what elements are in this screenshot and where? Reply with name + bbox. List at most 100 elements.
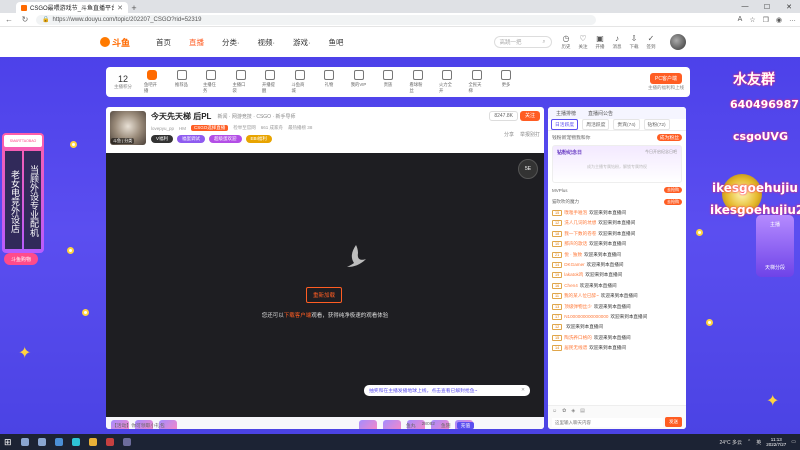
toolbar-item[interactable]: 更多 (498, 70, 514, 94)
chat-message[interactable]: 10 那声的歌话 欢迎来到本直播间 (552, 241, 682, 248)
follow-list-button[interactable]: ♡ 关注 (579, 34, 588, 50)
folder-icon[interactable] (88, 438, 97, 446)
tab-diamond[interactable]: 钻粉(72) (643, 119, 670, 130)
tray-arrow-icon[interactable]: ⌃ (747, 439, 751, 445)
app-icon[interactable] (122, 438, 131, 446)
nav-home[interactable]: 首页 (156, 37, 171, 48)
refresh-icon[interactable]: ↻ (20, 15, 30, 24)
tab-anchor-rank[interactable]: 主播排榜 (556, 110, 576, 117)
read-aloud-icon[interactable]: A (738, 16, 743, 24)
nav-video[interactable]: 视频· (258, 37, 276, 48)
tab-room-notice[interactable]: 直播间公告 (588, 110, 613, 117)
collections-icon[interactable]: ❐ (763, 16, 769, 24)
app-icon[interactable] (105, 438, 114, 446)
anchor-points[interactable]: 12 主播积分 (112, 74, 134, 90)
share-button[interactable]: 分享 (504, 131, 514, 138)
broadcast-button[interactable]: ▣ 开播 (596, 34, 605, 50)
toolbar-item[interactable]: 鱼吧开播 (144, 70, 160, 94)
more-icon[interactable]: … (789, 16, 796, 24)
favorite-icon[interactable]: ☆ (749, 16, 755, 24)
new-tab-button[interactable]: + (128, 2, 140, 13)
chat-message[interactable]: 17 N1000000000000000 欢迎来到本直播间 (552, 313, 682, 320)
steam-icon[interactable] (54, 438, 63, 446)
chat-message[interactable]: 12 洗人几词的坑想 欢迎来到本直播间 (552, 220, 682, 227)
anchor-avatar[interactable]: 斗鱼 | 分类 (110, 111, 146, 145)
back-icon[interactable]: ← (4, 15, 14, 24)
input-language[interactable]: 英 (756, 439, 761, 446)
nav-game[interactable]: 游戏· (293, 37, 311, 48)
gift-item[interactable] (383, 420, 401, 429)
search-taskbar-icon[interactable] (20, 438, 29, 446)
chat-message[interactable]: 11 我的某人位已醉~ 欢迎来到本直播间 (552, 293, 682, 300)
chat-message[interactable]: 12 欢迎来到本直播间 (552, 324, 682, 331)
chat-input[interactable] (552, 417, 663, 427)
chat-message[interactable]: 21 悦 · 独致 欢迎来到本直播间 (552, 251, 682, 258)
minimize-icon[interactable]: — (734, 0, 756, 13)
pc-client-button[interactable]: PC客户端 主播的福利和上线 (648, 73, 684, 91)
gift-item[interactable] (359, 420, 377, 429)
buy-button[interactable]: 去抢购 (664, 199, 682, 205)
video-player[interactable]: 5E 重新加载 您还可以下载客户端观看，获得纯净极速的观看体验 抽奖和在主播发播… (106, 153, 544, 417)
diamond-fan-banner[interactable]: 钻粉纪念日 今日开启纪念日吧 成为主播专属钻粉，解锁专属特权 (552, 145, 682, 183)
download-client-link[interactable]: 下载客户端 (284, 313, 312, 319)
search-icon[interactable]: ⌕ (542, 39, 545, 46)
report-link[interactable]: 检举至官网 (233, 125, 256, 131)
chat-message[interactable]: 16 Chen4 欢迎来到本直播间 (552, 282, 682, 289)
message-button[interactable]: ♪ 消息 (613, 34, 622, 50)
search-input[interactable]: 高跷一把 ⌕ (493, 36, 552, 48)
recharge-button[interactable]: 充值 (456, 422, 475, 429)
toolbar-item[interactable]: 推荐品 (174, 70, 190, 94)
toolbar-item[interactable]: 火力全开 (439, 70, 455, 94)
user-avatar[interactable] (669, 34, 686, 50)
become-fan-button[interactable]: 成为粉丝 (656, 133, 682, 141)
fan-badge-icon[interactable]: ◈ (571, 408, 575, 414)
toolbar-item[interactable]: 我的VIP (351, 70, 367, 94)
send-button[interactable]: 发送 (665, 417, 682, 427)
chat-message[interactable]: 18 我一下数的卷卷 欢迎来到本直播间 (552, 230, 682, 237)
edge-icon[interactable] (71, 438, 80, 446)
browser-tab[interactable]: CSGO最喂游戏节_斗鱼直播平台 ✕ (16, 2, 128, 13)
tab-weekly[interactable]: 周活跃度 (582, 119, 610, 130)
nav-category[interactable]: 分类· (222, 37, 240, 48)
taskview-icon[interactable] (37, 438, 46, 446)
event-pill[interactable]: EBI福利 (245, 135, 272, 143)
player-notice[interactable]: 抽奖和在主播发播地球上线，点击查看已解封抢鱼~ ✕ (364, 385, 530, 396)
gift-small-icon[interactable]: ✿ (562, 408, 566, 414)
weather-widget[interactable]: 24°C 多云 (719, 439, 742, 446)
clock[interactable]: 11:13 2022/7/27 (766, 437, 786, 447)
toolbar-item[interactable]: 开播提醒 (262, 70, 278, 94)
follow-button[interactable]: 关注 (519, 111, 540, 121)
room-category[interactable]: 新闻 · 网游竞技 · CSGO · 新手导师 (217, 113, 295, 120)
close-window-icon[interactable]: ✕ (778, 0, 800, 13)
vip-pill[interactable]: V福利 (151, 135, 174, 143)
reload-button[interactable]: 重新加载 (306, 287, 343, 303)
close-tab-icon[interactable]: ✕ (117, 4, 123, 12)
toolbar-item[interactable]: 贵族 (380, 70, 396, 94)
chat-message[interactable]: 15 噗嗤手嗞泡 欢迎来到本直播间 (552, 210, 682, 216)
tab-vip[interactable]: 贵宾(74) (613, 119, 640, 130)
toolbar-item[interactable]: 主播任务 (203, 70, 219, 94)
windows-start-icon[interactable]: ⊞ (4, 437, 12, 448)
event-pill[interactable]: 超级蛋欢迎 (209, 135, 242, 143)
chat-message[interactable]: 15 陶洗养口格的 欢迎来到本直播间 (552, 334, 682, 341)
nav-yuba[interactable]: 鱼吧 (329, 37, 344, 48)
toolbar-item[interactable]: 主播口袋 (233, 70, 249, 94)
chat-message[interactable]: 13 顶级弹物丝少 欢迎来到本直播间 (552, 303, 682, 310)
toolbar-item[interactable]: 全民天梯 (469, 70, 485, 94)
tab-daily[interactable]: 日活跃度 (551, 119, 579, 130)
checkin-button[interactable]: ✓ 签到 (647, 34, 656, 50)
category-tag[interactable]: CSGO选择直播 (191, 125, 229, 131)
nav-live[interactable]: 直播 (189, 37, 204, 48)
close-notice-icon[interactable]: ✕ (521, 388, 525, 393)
profile-icon[interactable]: ◉ (776, 16, 782, 24)
url-field[interactable]: 🔒 https://www.douyu.com/topic/202207_CSG… (36, 14, 596, 25)
event-pill[interactable]: 福蛋调试 (177, 135, 206, 143)
emoji-icon[interactable]: ☺ (552, 408, 557, 414)
toolbar-item[interactable]: 斗鱼商城 (292, 70, 308, 94)
toolbar-item[interactable]: 看球粉丝 (410, 70, 426, 94)
shop-button[interactable]: 斗鱼购物 (4, 253, 38, 265)
download-button[interactable]: ⇩ 下载 (630, 34, 639, 50)
toolbar-item[interactable]: 礼物 (321, 70, 337, 94)
report-button[interactable]: 举报别打 (520, 131, 540, 138)
chat-message[interactable]: 19 lakatok鸡 欢迎来到本直播间 (552, 272, 682, 279)
